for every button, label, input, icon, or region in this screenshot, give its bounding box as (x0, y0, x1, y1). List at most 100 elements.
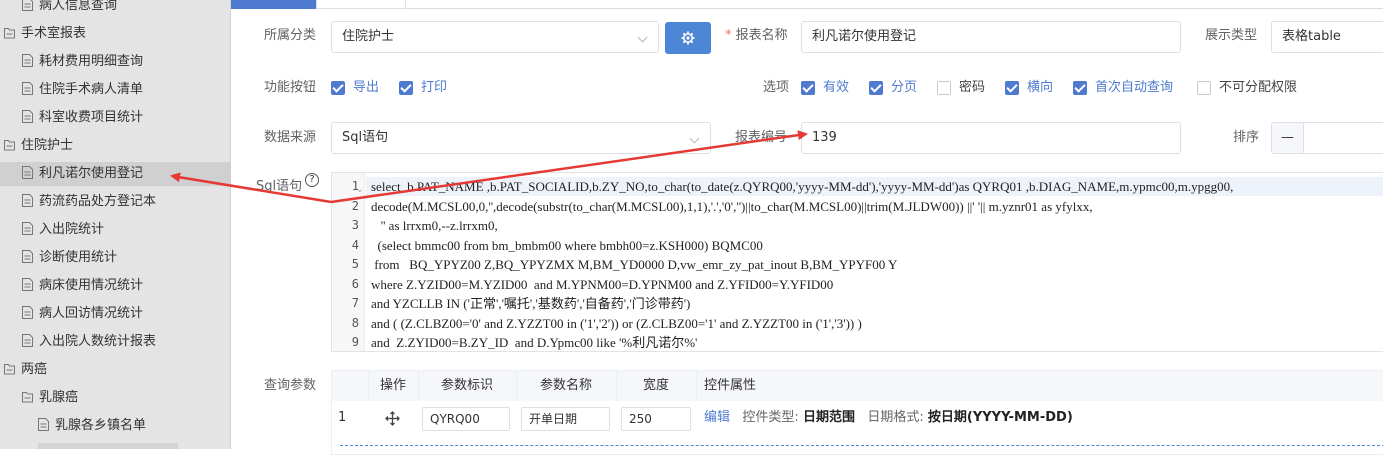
option-landscape-checkbox[interactable] (1005, 81, 1019, 95)
tree-item-surgery-list[interactable]: 住院手术病人清单 (22, 78, 143, 102)
document-icon (22, 166, 33, 179)
document-icon (22, 110, 33, 123)
data-source-label: 数据来源 (264, 130, 317, 145)
document-icon (22, 194, 33, 207)
tab-second[interactable] (316, 0, 406, 9)
report-code-input[interactable]: 139 (801, 122, 1181, 154)
date-format-value: 按日期(YYYY-MM-DD) (927, 410, 1073, 425)
option-paging-label: 分页 (891, 80, 918, 95)
folder-icon (4, 28, 15, 39)
sidebar-tree: 病人信息查询 手术室报表 耗材费用明细查询 住院手术病人清单 科室收费项目统计 … (0, 0, 231, 449)
tree-item-breast-town-list[interactable]: 乳腺各乡镇名单 (38, 414, 146, 438)
tree-item-clipped (38, 443, 178, 449)
date-format-label: 日期格式: (867, 410, 924, 425)
option-valid-label: 有效 (823, 80, 850, 95)
option-valid-checkbox[interactable] (801, 81, 815, 95)
drop-zone-border (340, 445, 1383, 446)
divider (516, 371, 517, 401)
divider (616, 371, 617, 401)
tree-folder-inpatient-nurse[interactable]: 住院护士 (4, 134, 73, 158)
option-password-label: 密码 (959, 80, 986, 95)
tree-item-patient-info[interactable]: 病人信息查询 (22, 0, 117, 18)
option-landscape-label: 横向 (1027, 80, 1054, 95)
line-number: 8 (351, 316, 359, 330)
folder-icon (22, 392, 33, 403)
document-icon (22, 250, 33, 263)
report-name-input[interactable]: 利凡诺尔使用登记 (801, 21, 1181, 53)
tree-item-rivanol-register[interactable]: 利凡诺尔使用登记 (0, 162, 230, 186)
tree-item-diagnosis-stats[interactable]: 诊断使用统计 (22, 246, 117, 270)
category-label: 所属分类 (264, 28, 317, 43)
code-line: where Z.YZID00=M.YZID00 and M.YPNM00=D.Y… (371, 277, 834, 292)
report-editor: 所属分类 住院护士 * 报表名称 利凡诺尔使用登记 展示类型 表格table 功… (231, 0, 1383, 455)
control-type-value: 日期范围 (802, 410, 855, 425)
category-settings-button[interactable] (665, 22, 711, 54)
report-name-label: * 报表名称 (725, 28, 788, 43)
sql-editor[interactable]: 1 ⌄ 2 3 4 5 6 7 8 9 select b.PAT_NAME ,b… (331, 172, 1383, 352)
code-line: '' as lrrxm0,--z.lrrxm0, (371, 218, 498, 233)
export-checkbox[interactable] (331, 81, 345, 95)
tab-active[interactable] (231, 0, 316, 9)
code-line: and ( (Z.CLBZ00='0' and Z.YZZT00 in ('1'… (371, 316, 862, 331)
display-type-select[interactable]: 表格table (1271, 21, 1383, 53)
document-icon (22, 0, 33, 11)
folder-icon (4, 140, 15, 151)
edit-link[interactable]: 编辑 (704, 410, 730, 425)
control-type-label: 控件类型: (742, 410, 799, 425)
category-select[interactable]: 住院护士 (331, 21, 659, 53)
sort-label: 排序 (1233, 130, 1260, 145)
document-icon (22, 306, 33, 319)
tree-item-consumables[interactable]: 耗材费用明细查询 (22, 50, 143, 74)
sort-input[interactable] (1303, 122, 1383, 154)
param-width-input[interactable]: 250 (621, 407, 691, 431)
col-width-header: 宽度 (616, 371, 696, 401)
data-source-select[interactable]: Sql语句 (331, 122, 711, 154)
document-icon (22, 278, 33, 291)
code-line: decode(M.MCSL00,0,'',decode(substr(to_ch… (371, 199, 1093, 214)
line-number: 1 (351, 179, 359, 193)
tree-item-abortion-drug[interactable]: 药流药品处方登记本 (22, 190, 156, 214)
print-checkbox[interactable] (399, 81, 413, 95)
help-icon[interactable]: ? (305, 173, 319, 187)
document-icon (22, 222, 33, 235)
code-line: (select bmmc00 from bm_bmbm00 where bmbh… (371, 238, 763, 253)
param-props: 编辑 控件类型: 日期范围 日期格式: 按日期(YYYY-MM-DD) (704, 401, 1073, 435)
code-line: and YZCLLB IN ('正常','嘱托','基数药','自备药','门诊… (371, 296, 691, 311)
options-label: 选项 (763, 80, 790, 95)
code-line: and Z.ZYID00=B.ZY_ID and D.Ypmc00 like '… (371, 335, 698, 350)
document-icon (38, 418, 49, 431)
sql-label: Sql语句 (256, 179, 303, 194)
param-id-input[interactable]: QYRQ00 (422, 407, 510, 431)
row-index: 1 (338, 410, 347, 425)
line-number: 2 (351, 199, 359, 213)
tree-folder-breast-cancer[interactable]: 乳腺癌 (22, 386, 78, 410)
fold-chevron-icon[interactable]: ⌄ (356, 185, 364, 195)
code-line: from BQ_YPYZ00 Z,BQ_YPYZMX M,BM_YD0000 D… (371, 257, 898, 272)
tree-item-headcount-report[interactable]: 入出院人数统计报表 (22, 330, 156, 354)
option-password-checkbox[interactable] (937, 81, 951, 95)
divider (696, 371, 697, 401)
folder-icon (4, 364, 15, 375)
tree-item-followup-stats[interactable]: 病人回访情况统计 (22, 302, 143, 326)
gear-icon (681, 31, 695, 45)
tree-folder-or-reports[interactable]: 手术室报表 (4, 22, 86, 46)
line-number: 9 (351, 335, 359, 349)
tree-item-bed-usage[interactable]: 病床使用情况统计 (22, 274, 143, 298)
document-icon (22, 334, 33, 347)
sort-decrement-button[interactable]: — (1271, 122, 1304, 154)
document-icon (22, 54, 33, 67)
param-name-input[interactable]: 开单日期 (521, 407, 610, 431)
tree-folder-two-cancers[interactable]: 两癌 (4, 358, 47, 382)
col-index-header (332, 371, 368, 401)
divider (418, 371, 419, 401)
option-autoquery-checkbox[interactable] (1073, 81, 1087, 95)
option-paging-checkbox[interactable] (869, 81, 883, 95)
tree-item-dept-fees[interactable]: 科室收费项目统计 (22, 106, 143, 130)
divider (368, 371, 369, 401)
tree-item-admission-stats[interactable]: 入出院统计 (22, 218, 104, 242)
option-no-permission-checkbox[interactable] (1197, 81, 1211, 95)
line-number: 4 (351, 238, 359, 252)
tab-strip (231, 0, 1383, 9)
chevron-down-icon (689, 133, 700, 144)
move-icon[interactable] (385, 411, 400, 426)
